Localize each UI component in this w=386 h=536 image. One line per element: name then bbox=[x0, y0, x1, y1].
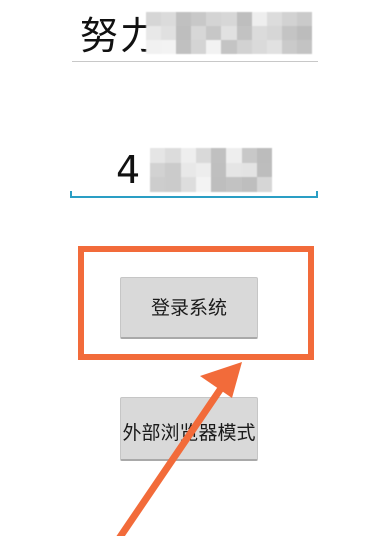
login-button[interactable]: 登录系统 bbox=[120, 277, 258, 339]
mosaic-cell bbox=[256, 162, 272, 178]
mosaic-cell bbox=[226, 148, 242, 163]
mosaic-cell bbox=[251, 12, 267, 26]
mosaic-cell bbox=[241, 162, 257, 178]
login-screen: 努力 4 登录系统 外部浏览器模式 bbox=[0, 0, 386, 536]
mosaic-cell bbox=[180, 148, 196, 163]
mosaic-cell bbox=[281, 26, 297, 40]
password-underline-focused bbox=[70, 191, 318, 198]
mosaic-cell bbox=[221, 12, 237, 26]
mosaic-cell bbox=[191, 26, 207, 40]
mosaic-cell bbox=[226, 177, 242, 192]
mosaic-cell bbox=[256, 177, 272, 192]
mosaic-cell bbox=[176, 26, 192, 40]
mosaic-cell bbox=[146, 40, 162, 54]
mosaic-cell bbox=[266, 40, 282, 54]
mosaic-cell bbox=[221, 40, 237, 54]
mosaic-cell bbox=[180, 162, 196, 178]
mosaic-cell bbox=[281, 12, 297, 26]
mosaic-cell bbox=[195, 177, 211, 192]
mosaic-cell bbox=[236, 26, 252, 40]
mosaic-cell bbox=[251, 40, 267, 54]
mosaic-cell bbox=[165, 162, 181, 178]
mosaic-cell bbox=[266, 12, 282, 26]
mosaic-cell bbox=[236, 40, 252, 54]
password-value: 4 bbox=[116, 148, 141, 192]
mosaic-cell bbox=[211, 148, 227, 163]
mosaic-cell bbox=[251, 26, 267, 40]
mosaic-cell bbox=[161, 40, 177, 54]
mosaic-cell bbox=[281, 40, 297, 54]
mosaic-cell bbox=[296, 26, 312, 40]
arrow-head bbox=[200, 362, 242, 398]
mosaic-cell bbox=[165, 177, 181, 192]
external-browser-mode-button[interactable]: 外部浏览器模式 bbox=[120, 397, 258, 461]
mosaic-cell bbox=[150, 177, 166, 192]
mosaic-cell bbox=[211, 162, 227, 178]
mosaic-cell bbox=[206, 12, 222, 26]
mosaic-cell bbox=[176, 40, 192, 54]
mosaic-cell bbox=[206, 40, 222, 54]
mosaic-cell bbox=[296, 40, 312, 54]
mosaic-cell bbox=[161, 12, 177, 26]
mosaic-cell bbox=[211, 177, 227, 192]
mosaic-cell bbox=[266, 26, 282, 40]
mosaic-cell bbox=[165, 148, 181, 163]
mosaic-cell bbox=[241, 177, 257, 192]
mosaic-cell bbox=[161, 26, 177, 40]
mosaic-cell bbox=[256, 148, 272, 163]
mosaic-cell bbox=[150, 162, 166, 178]
mosaic-cell bbox=[296, 12, 312, 26]
mosaic-cell bbox=[206, 26, 222, 40]
mosaic-cell bbox=[226, 162, 242, 178]
mosaic-cell bbox=[191, 12, 207, 26]
redaction-mosaic bbox=[150, 148, 272, 192]
mosaic-cell bbox=[146, 12, 162, 26]
mosaic-cell bbox=[180, 177, 196, 192]
mosaic-cell bbox=[195, 148, 211, 163]
redaction-mosaic bbox=[146, 12, 312, 54]
mosaic-cell bbox=[146, 26, 162, 40]
mosaic-cell bbox=[150, 148, 166, 163]
mosaic-cell bbox=[236, 12, 252, 26]
username-underline bbox=[72, 61, 318, 62]
mosaic-cell bbox=[195, 162, 211, 178]
mosaic-cell bbox=[241, 148, 257, 163]
mosaic-cell bbox=[176, 12, 192, 26]
mosaic-cell bbox=[221, 26, 237, 40]
mosaic-cell bbox=[191, 40, 207, 54]
